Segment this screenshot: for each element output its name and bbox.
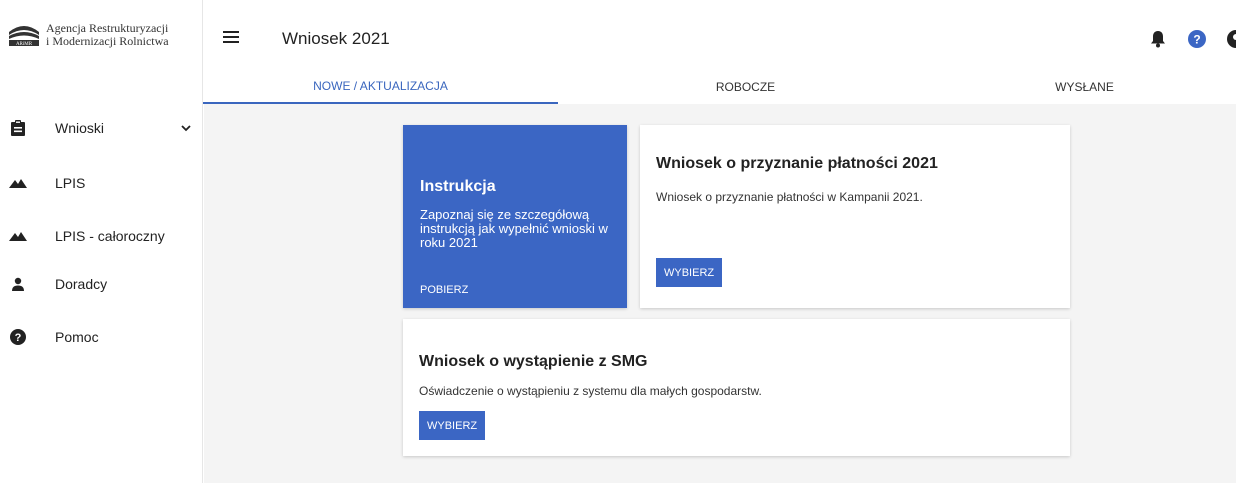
select-smg-button[interactable]: WYBIERZ: [419, 411, 486, 440]
sidebar-item-wnioski[interactable]: Wnioski: [0, 110, 203, 146]
payment-application-card: Wniosek o przyznanie płatności 2021 Wnio…: [640, 125, 1070, 308]
sidebar-item-label: LPIS: [55, 175, 86, 191]
tab-nowe-aktualizacja[interactable]: NOWE / AKTUALIZACJA: [203, 70, 558, 104]
svg-text:?: ?: [15, 332, 22, 344]
sidebar-item-pomoc[interactable]: ? Pomoc: [0, 319, 203, 355]
hamburger-menu-icon[interactable]: [223, 31, 241, 45]
instruction-title: Instrukcja: [420, 178, 496, 195]
sidebar-item-label: LPIS - całoroczny: [55, 228, 165, 244]
page-title: Wniosek 2021: [282, 29, 390, 48]
sidebar-item-lpis-caloroczny[interactable]: LPIS - całoroczny: [0, 218, 203, 254]
top-header: Wniosek 2021 ?: [203, 0, 1236, 70]
terrain-icon: [8, 226, 28, 246]
instruction-card: Instrukcja Zapoznaj się ze szczegółową i…: [403, 125, 627, 308]
sidebar-item-label: Wnioski: [55, 120, 105, 136]
sidebar: ARiMR Agencja Restrukturyzacji i Moderni…: [0, 0, 203, 483]
sidebar-item-label: Doradcy: [55, 276, 108, 292]
svg-text:ARiMR: ARiMR: [16, 42, 33, 47]
svg-text:?: ?: [1193, 33, 1200, 47]
smg-card-description: Oświadczenie o wystąpieniu z systemu dla…: [419, 384, 762, 398]
smg-card-title: Wniosek o wystąpienie z SMG: [419, 353, 648, 370]
smg-withdrawal-card: Wniosek o wystąpienie z SMG Oświadczenie…: [403, 319, 1070, 456]
tab-robocze[interactable]: ROBOCZE: [558, 70, 933, 104]
terrain-icon: [8, 173, 28, 193]
bell-icon[interactable]: [1150, 30, 1170, 50]
payment-card-description: Wniosek o przyznanie płatności w Kampani…: [656, 190, 923, 204]
select-payment-button[interactable]: WYBIERZ: [656, 258, 723, 287]
help-icon: ?: [8, 327, 28, 347]
app: ARiMR Agencja Restrukturyzacji i Moderni…: [0, 0, 1236, 483]
logo-text: Agencja Restrukturyzacji i Modernizacji …: [46, 22, 169, 48]
tabs-bar: NOWE / AKTUALIZACJA ROBOCZE WYSŁANE: [203, 70, 1236, 104]
main-content: Instrukcja Zapoznaj się ze szczegółową i…: [204, 104, 1236, 483]
payment-card-title: Wniosek o przyznanie płatności 2021: [656, 155, 938, 172]
agency-logo[interactable]: ARiMR Agencja Restrukturyzacji i Moderni…: [8, 22, 169, 48]
logo-line2: i Modernizacji Rolnictwa: [46, 34, 169, 48]
account-icon[interactable]: [1227, 30, 1236, 50]
help-circle-icon[interactable]: ?: [1188, 30, 1208, 50]
tab-wyslane[interactable]: WYSŁANE: [933, 70, 1236, 104]
person-icon: [8, 274, 28, 294]
logo-mark: ARiMR: [8, 22, 40, 47]
chevron-down-icon[interactable]: [179, 121, 193, 135]
sidebar-item-label: Pomoc: [55, 329, 99, 345]
sidebar-item-lpis[interactable]: LPIS: [0, 165, 203, 201]
download-link[interactable]: POBIERZ: [420, 284, 468, 296]
instruction-text: Zapoznaj się ze szczegółową instrukcją j…: [420, 207, 608, 250]
sidebar-item-doradcy[interactable]: Doradcy: [0, 266, 203, 302]
clipboard-icon: [8, 118, 28, 138]
